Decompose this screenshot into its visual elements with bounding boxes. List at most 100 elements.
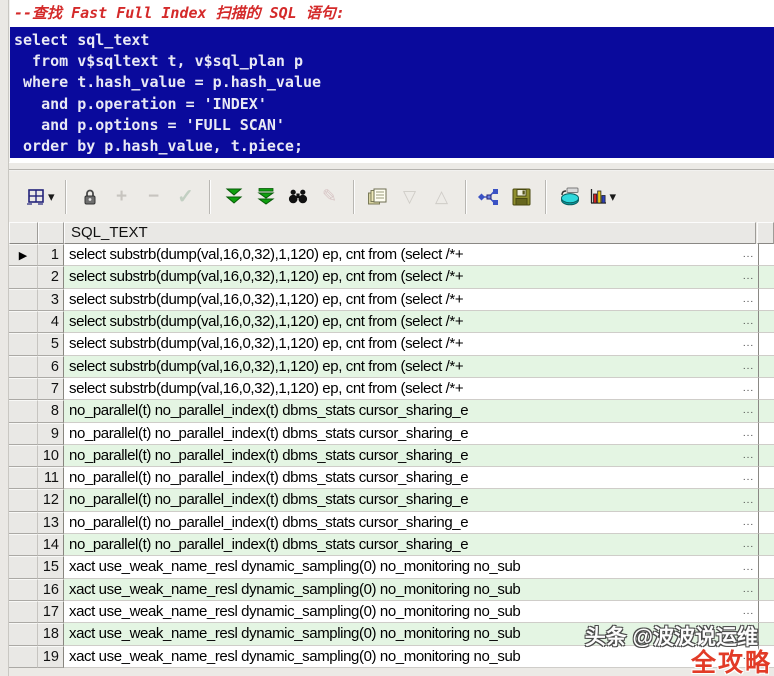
chevron-down-icon[interactable]: ▾	[48, 189, 55, 205]
fetch-last-page-icon[interactable]	[253, 182, 279, 212]
cell-ellipsis-button[interactable]: ...	[739, 289, 758, 311]
table-row[interactable]: 8 no_parallel(t) no_parallel_index(t) db…	[9, 400, 774, 422]
row-number[interactable]: 11	[38, 467, 64, 489]
row-indicator	[9, 534, 38, 556]
table-row[interactable]: 11 no_parallel(t) no_parallel_index(t) d…	[9, 467, 774, 489]
row-number[interactable]: 15	[38, 556, 64, 578]
save-icon[interactable]	[509, 182, 535, 212]
sql-editor[interactable]: --查找 Fast Full Index 扫描的 SQL 语句: select …	[10, 0, 774, 170]
cell-ellipsis-button[interactable]: ...	[739, 423, 758, 445]
sql-comment-line: --查找 Fast Full Index 扫描的 SQL 语句:	[10, 0, 774, 27]
sql-selected-block[interactable]: select sql_text from v$sqltext t, v$sql_…	[10, 27, 774, 158]
row-text[interactable]: no_parallel(t) no_parallel_index(t) dbms…	[64, 489, 739, 511]
fetch-next-page-icon[interactable]	[221, 182, 247, 212]
row-text[interactable]: no_parallel(t) no_parallel_index(t) dbms…	[64, 445, 739, 467]
row-text[interactable]: no_parallel(t) no_parallel_index(t) dbms…	[64, 512, 739, 534]
cell-ellipsis-button[interactable]: ...	[739, 467, 758, 489]
row-text[interactable]: select substrb(dump(val,16,0,32),1,120) …	[64, 311, 739, 333]
table-row[interactable]: 7 select substrb(dump(val,16,0,32),1,120…	[9, 378, 774, 400]
chevron-down-icon[interactable]: ▾	[610, 189, 617, 205]
copy-rows-icon[interactable]	[365, 182, 391, 212]
splitter-bar[interactable]	[9, 162, 774, 170]
cell-ellipsis-button[interactable]: ...	[739, 311, 758, 333]
row-number[interactable]: 12	[38, 489, 64, 511]
row-number[interactable]: 6	[38, 356, 64, 378]
cell-ellipsis-button[interactable]: ...	[739, 601, 758, 623]
row-number[interactable]: 13	[38, 512, 64, 534]
table-row[interactable]: 14 no_parallel(t) no_parallel_index(t) d…	[9, 534, 774, 556]
row-number[interactable]: 3	[38, 289, 64, 311]
table-row[interactable]: 3 select substrb(dump(val,16,0,32),1,120…	[9, 289, 774, 311]
column-header-sql-text[interactable]: SQL_TEXT	[64, 222, 756, 244]
row-text[interactable]: no_parallel(t) no_parallel_index(t) dbms…	[64, 467, 739, 489]
insert-row-icon[interactable]: +	[109, 182, 135, 212]
table-row[interactable]: 6 select substrb(dump(val,16,0,32),1,120…	[9, 356, 774, 378]
cell-ellipsis-button[interactable]: ...	[739, 333, 758, 355]
table-row[interactable]: 2 select substrb(dump(val,16,0,32),1,120…	[9, 266, 774, 288]
table-row[interactable]: 17 xact use_weak_name_resl dynamic_sampl…	[9, 601, 774, 623]
row-number[interactable]: 19	[38, 646, 64, 668]
cell-ellipsis-button[interactable]: ...	[739, 400, 758, 422]
cell-ellipsis-button[interactable]: ...	[739, 266, 758, 288]
row-text[interactable]: no_parallel(t) no_parallel_index(t) dbms…	[64, 534, 739, 556]
row-text[interactable]: xact use_weak_name_resl dynamic_sampling…	[64, 556, 739, 578]
cell-ellipsis-button[interactable]: ...	[739, 244, 758, 266]
cell-ellipsis-button[interactable]: ...	[739, 378, 758, 400]
cell-ellipsis-button[interactable]: ...	[739, 489, 758, 511]
grid-options-icon[interactable]: ▾	[26, 182, 55, 212]
table-row[interactable]: 16 xact use_weak_name_resl dynamic_sampl…	[9, 579, 774, 601]
row-number[interactable]: 18	[38, 623, 64, 645]
row-number[interactable]: 2	[38, 266, 64, 288]
row-number[interactable]: 17	[38, 601, 64, 623]
edit-record-icon[interactable]: ✎	[317, 182, 343, 212]
sql-line: from v$sqltext t, v$sql_plan p	[14, 51, 774, 72]
row-number[interactable]: 16	[38, 579, 64, 601]
row-number[interactable]: 7	[38, 378, 64, 400]
table-row[interactable]: 10 no_parallel(t) no_parallel_index(t) d…	[9, 445, 774, 467]
table-row[interactable]: 13 no_parallel(t) no_parallel_index(t) d…	[9, 512, 774, 534]
row-overflow-strip	[758, 489, 774, 511]
row-text[interactable]: select substrb(dump(val,16,0,32),1,120) …	[64, 333, 739, 355]
row-indicator	[9, 623, 38, 645]
table-row[interactable]: 12 no_parallel(t) no_parallel_index(t) d…	[9, 489, 774, 511]
row-number[interactable]: 14	[38, 534, 64, 556]
cell-ellipsis-button[interactable]: ...	[739, 579, 758, 601]
row-number[interactable]: 9	[38, 423, 64, 445]
row-number[interactable]: 10	[38, 445, 64, 467]
cell-ellipsis-button[interactable]: ...	[739, 556, 758, 578]
row-text[interactable]: select substrb(dump(val,16,0,32),1,120) …	[64, 244, 739, 266]
row-number[interactable]: 5	[38, 333, 64, 355]
chart-icon[interactable]: ▾	[589, 182, 617, 212]
table-row[interactable]: 4 select substrb(dump(val,16,0,32),1,120…	[9, 311, 774, 333]
sort-ascending-icon[interactable]: △	[429, 182, 455, 212]
row-text[interactable]: select substrb(dump(val,16,0,32),1,120) …	[64, 266, 739, 288]
row-text[interactable]: no_parallel(t) no_parallel_index(t) dbms…	[64, 423, 739, 445]
cell-ellipsis-button[interactable]: ...	[739, 534, 758, 556]
explain-plan-icon[interactable]	[477, 182, 503, 212]
rollback-icon[interactable]	[557, 182, 583, 212]
lock-icon[interactable]	[77, 182, 103, 212]
table-row[interactable]: 9 no_parallel(t) no_parallel_index(t) db…	[9, 423, 774, 445]
row-overflow-strip	[758, 534, 774, 556]
post-changes-icon[interactable]: ✓	[173, 182, 199, 212]
watermark-badge: 全攻略	[585, 650, 772, 676]
row-number[interactable]: 4	[38, 311, 64, 333]
row-text[interactable]: select substrb(dump(val,16,0,32),1,120) …	[64, 289, 739, 311]
row-text[interactable]: xact use_weak_name_resl dynamic_sampling…	[64, 601, 739, 623]
row-text[interactable]: no_parallel(t) no_parallel_index(t) dbms…	[64, 400, 739, 422]
table-row[interactable]: 5 select substrb(dump(val,16,0,32),1,120…	[9, 333, 774, 355]
delete-row-icon[interactable]: −	[141, 182, 167, 212]
table-row[interactable]: 15 xact use_weak_name_resl dynamic_sampl…	[9, 556, 774, 578]
row-number[interactable]: 1	[38, 244, 64, 266]
cell-ellipsis-button[interactable]: ...	[739, 512, 758, 534]
find-icon[interactable]	[285, 182, 311, 212]
row-text[interactable]: select substrb(dump(val,16,0,32),1,120) …	[64, 356, 739, 378]
sort-descending-icon[interactable]: ▽	[397, 182, 423, 212]
result-grid: SQL_TEXT ▶ 1 select substrb(dump(val,16,…	[9, 222, 774, 676]
row-number[interactable]: 8	[38, 400, 64, 422]
cell-ellipsis-button[interactable]: ...	[739, 445, 758, 467]
cell-ellipsis-button[interactable]: ...	[739, 356, 758, 378]
row-text[interactable]: xact use_weak_name_resl dynamic_sampling…	[64, 579, 739, 601]
row-text[interactable]: select substrb(dump(val,16,0,32),1,120) …	[64, 378, 739, 400]
table-row[interactable]: ▶ 1 select substrb(dump(val,16,0,32),1,1…	[9, 244, 774, 266]
